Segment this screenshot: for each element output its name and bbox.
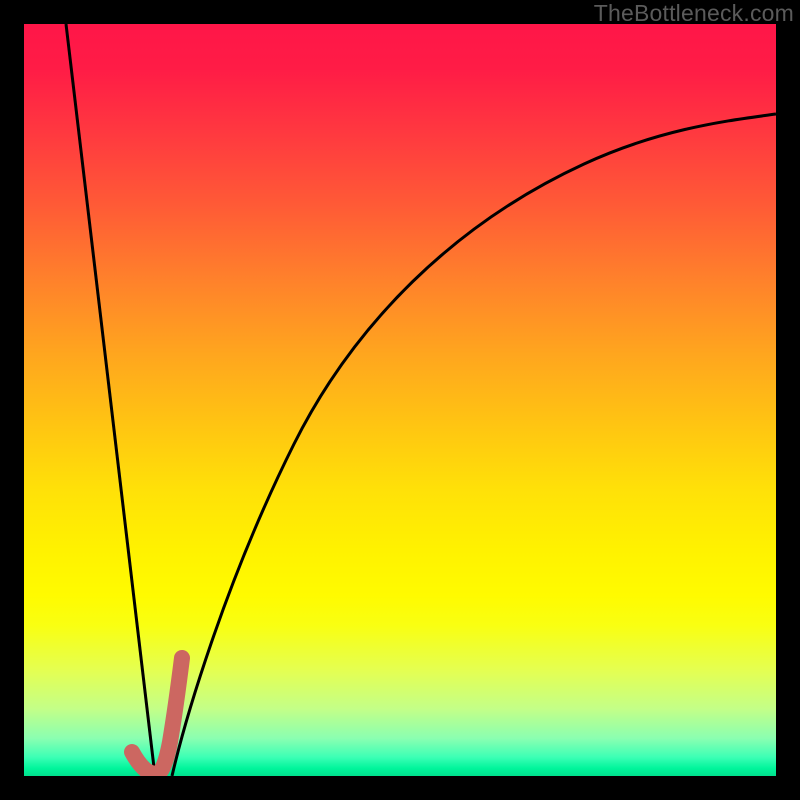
plot-area [24, 24, 776, 776]
chart-frame: TheBottleneck.com [0, 0, 800, 800]
accent-hook [132, 658, 182, 774]
watermark-text: TheBottleneck.com [594, 0, 794, 27]
chart-curves [24, 24, 776, 776]
left-line [66, 24, 155, 776]
right-curve [172, 114, 776, 776]
